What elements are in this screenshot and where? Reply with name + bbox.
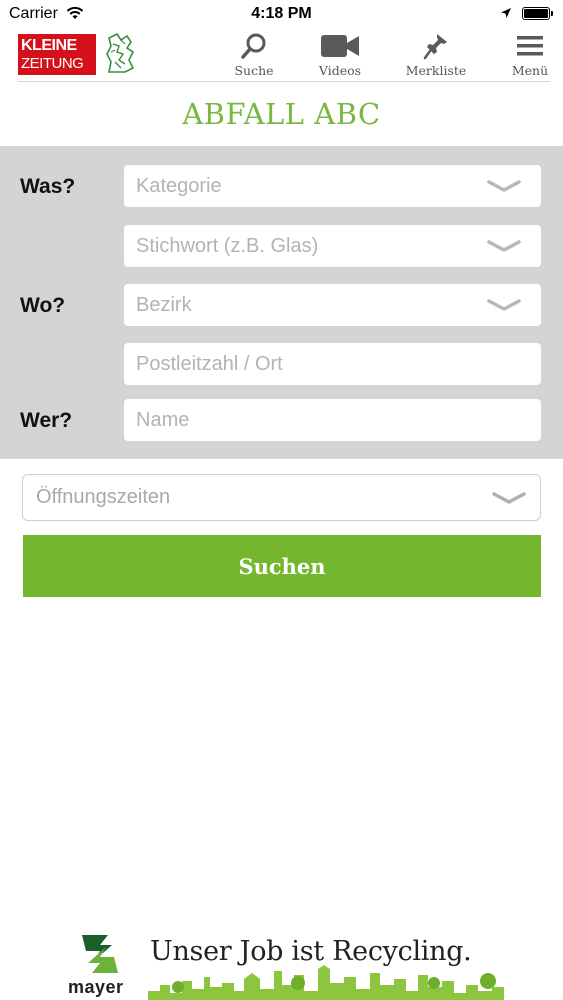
chevron-down-icon <box>492 492 526 504</box>
clock: 4:18 PM <box>251 5 312 22</box>
kategorie-select[interactable]: Kategorie <box>124 165 541 207</box>
bezirk-placeholder: Bezirk <box>136 294 192 316</box>
oeffnungszeiten-select[interactable]: Öffnungszeiten <box>22 474 541 521</box>
postleitzahl-input[interactable]: Postleitzahl / Ort <box>124 343 541 385</box>
logo-text-line2: ZEITUNG <box>21 55 84 72</box>
panther-emblem-icon <box>106 32 135 73</box>
stichwort-select[interactable]: Stichwort (z.B. Glas) <box>124 225 541 267</box>
nav-videos[interactable]: Videos <box>312 30 368 80</box>
status-bar: Carrier 4:18 PM <box>0 0 563 30</box>
page-title: ABFALL ABC <box>182 97 381 131</box>
bezirk-select[interactable]: Bezirk <box>124 284 541 326</box>
kleine-zeitung-logo[interactable]: KLEINE ZEITUNG <box>18 34 96 75</box>
hamburger-menu-icon <box>517 36 543 56</box>
wer-label: Wer? <box>20 409 73 432</box>
nav-menu[interactable]: Menü <box>505 30 555 80</box>
oeffnungszeiten-placeholder: Öffnungszeiten <box>36 486 171 508</box>
ad-brand: mayer <box>68 977 124 997</box>
name-placeholder: Name <box>136 409 190 431</box>
nav-search-label: Suche <box>234 63 274 78</box>
ad-banner[interactable]: mayer Unser Job ist Recycling. <box>0 925 563 1000</box>
city-skyline-icon <box>148 965 504 1000</box>
nav-search[interactable]: Suche <box>229 30 279 80</box>
kategorie-placeholder: Kategorie <box>136 175 222 197</box>
wo-label: Wo? <box>20 294 66 317</box>
nav-merkliste-label: Merkliste <box>405 63 467 78</box>
search-icon <box>241 33 266 59</box>
suchen-button[interactable]: Suchen <box>23 535 541 597</box>
header-divider <box>18 81 550 82</box>
location-arrow-icon <box>501 8 511 18</box>
stichwort-placeholder: Stichwort (z.B. Glas) <box>136 235 319 257</box>
postleitzahl-placeholder: Postleitzahl / Ort <box>136 353 283 375</box>
app-header: KLEINE ZEITUNG Suche Videos Merkliste Me… <box>0 30 563 82</box>
chevron-down-icon <box>487 180 521 192</box>
search-form-panel: Was? Kategorie Stichwort (z.B. Glas) Wo?… <box>0 146 563 459</box>
battery-icon <box>522 7 553 20</box>
was-label: Was? <box>20 175 76 198</box>
video-camera-icon <box>321 35 359 57</box>
pushpin-icon <box>423 34 447 60</box>
nav-menu-label: Menü <box>511 63 549 78</box>
nav-videos-label: Videos <box>318 63 362 78</box>
chevron-down-icon <box>487 240 521 252</box>
name-input[interactable]: Name <box>124 399 541 441</box>
nav-merkliste[interactable]: Merkliste <box>401 30 471 80</box>
chevron-down-icon <box>487 299 521 311</box>
mayer-recycling-logo-icon <box>82 935 118 973</box>
logo-text-line1: KLEINE <box>21 37 77 54</box>
